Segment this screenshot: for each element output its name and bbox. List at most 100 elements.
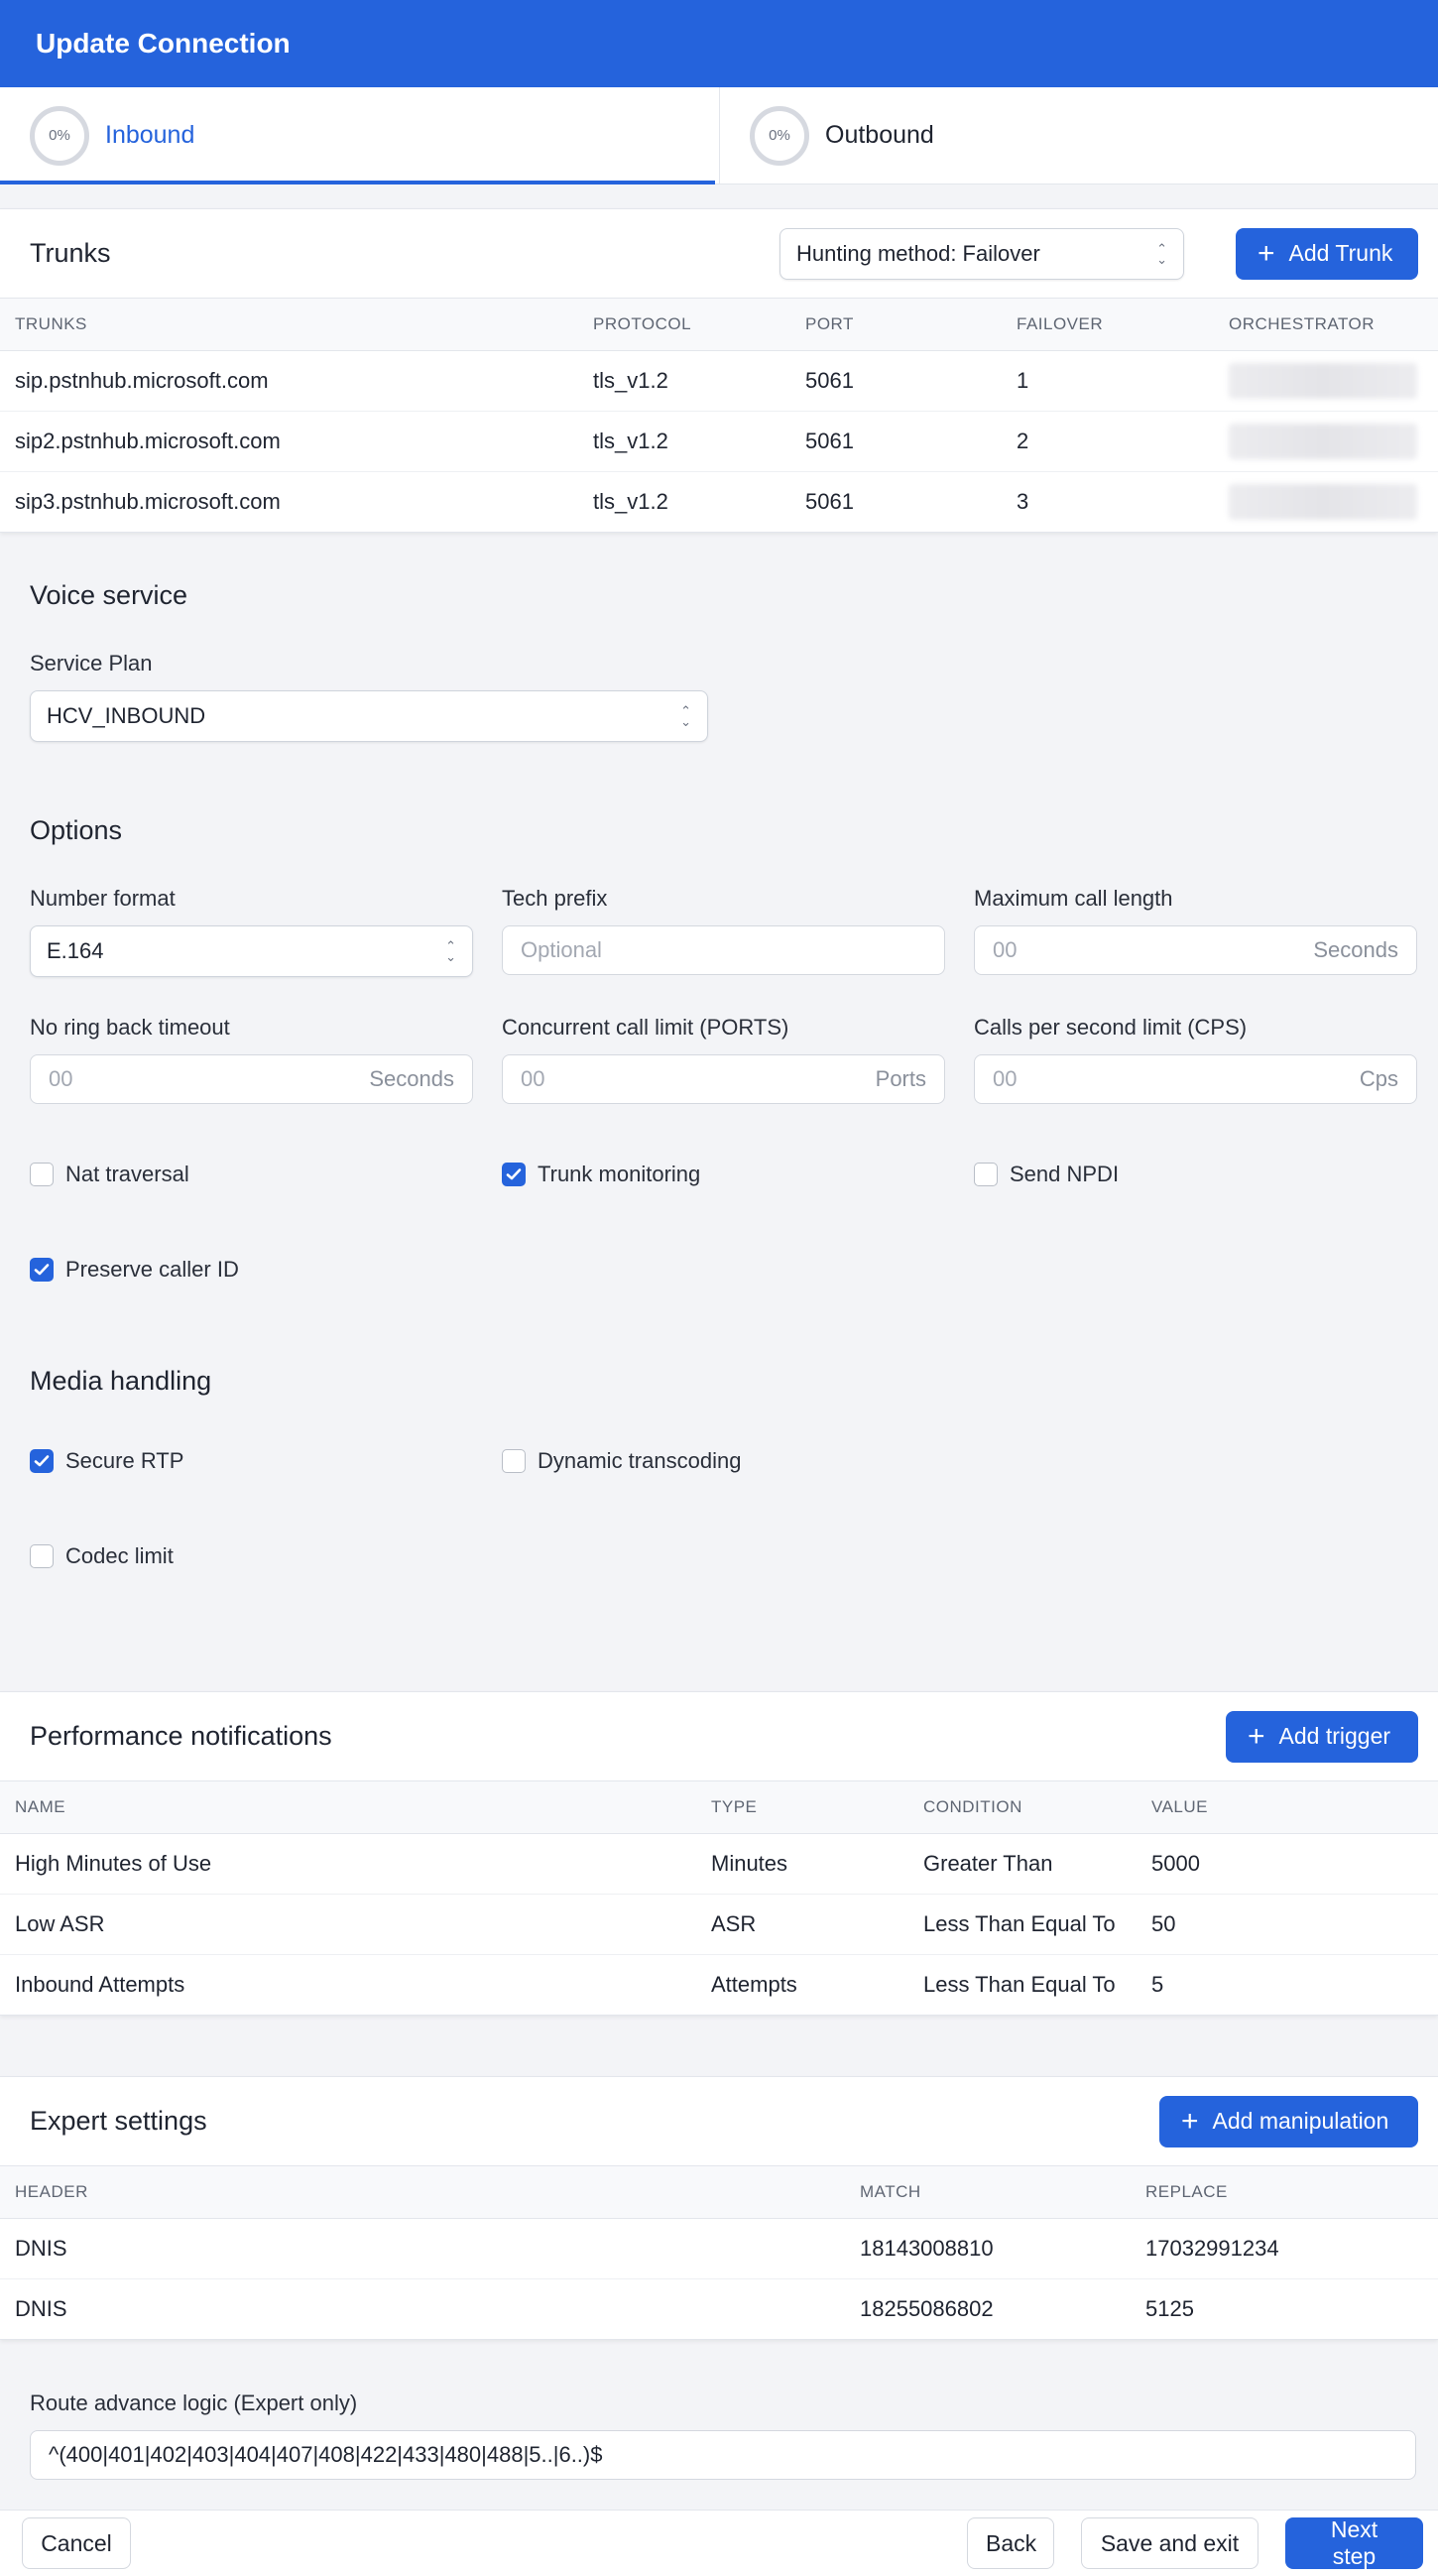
expert-title: Expert settings <box>30 2106 207 2136</box>
tab-outbound-label: Outbound <box>825 121 934 149</box>
page-title: Update Connection <box>36 28 291 59</box>
performance-card: Performance notifications + Add trigger … <box>0 1691 1438 2016</box>
redacted-value <box>1229 362 1417 399</box>
add-trunk-label: Add Trunk <box>1288 240 1393 266</box>
media-section: Media handling Secure RTP Dynamic transc… <box>0 1283 1438 1569</box>
concurrent-limit-label: Concurrent call limit (PORTS) <box>502 1015 789 1040</box>
trigger-value: 5 <box>1151 1971 1164 1997</box>
options-checkboxes: Nat traversal Trunk monitoring Send NPDI <box>30 1162 1408 1187</box>
secure-rtp-checkbox[interactable]: Secure RTP <box>30 1448 473 1474</box>
trunk-host: sip2.pstnhub.microsoft.com <box>0 411 578 472</box>
checkmark-icon <box>34 1455 50 1467</box>
add-trigger-button[interactable]: + Add trigger <box>1226 1710 1418 1763</box>
progress-ring-outbound: 0% <box>750 105 809 166</box>
no-ring-back-input[interactable]: 00 Seconds <box>30 1054 473 1104</box>
expert-table: HEADER MATCH REPLACE DNIS 18143008810 17… <box>0 2166 1438 2339</box>
trigger-name: High Minutes of Use <box>0 1833 696 1895</box>
tech-prefix-input[interactable]: Optional <box>502 925 945 975</box>
chevron-updown-icon: ⌃ ⌄ <box>680 703 691 729</box>
save-exit-button[interactable]: Save and exit <box>1081 2517 1258 2569</box>
no-ring-back-label: No ring back timeout <box>30 1015 230 1040</box>
no-ring-back-unit: Seconds <box>369 1066 454 1091</box>
column-header: MATCH <box>845 2166 1131 2219</box>
column-header: VALUE <box>1137 1781 1438 1834</box>
tab-outbound[interactable]: 0% Outbound <box>719 87 1438 184</box>
cps-limit-unit: Cps <box>1359 1066 1398 1091</box>
codec-limit-label: Codec limit <box>65 1543 174 1568</box>
checkbox-box <box>30 1544 54 1568</box>
cancel-button[interactable]: Cancel <box>22 2517 131 2569</box>
route-advance-label: Route advance logic (Expert only) <box>30 2391 358 2415</box>
trigger-type: Minutes <box>696 1833 908 1895</box>
codec-limit-checkbox[interactable]: Codec limit <box>30 1543 1408 1569</box>
column-header: REPLACE <box>1131 2166 1438 2219</box>
table-row[interactable]: sip.pstnhub.microsoft.com tls_v1.2 5061 … <box>0 350 1438 412</box>
column-header: PORT <box>790 299 1002 351</box>
nat-traversal-checkbox[interactable]: Nat traversal <box>30 1162 473 1187</box>
table-row[interactable]: Low ASR ASR Less Than Equal To 50 <box>0 1894 1438 1955</box>
chevron-updown-icon: ⌃ ⌄ <box>1156 240 1167 267</box>
trunk-orchestrator <box>1214 411 1438 472</box>
trigger-value: 50 <box>1137 1894 1438 1955</box>
trunk-failover: 2 <box>1002 411 1214 472</box>
trunk-port: 5061 <box>790 411 1002 472</box>
manipulation-replace: 17032991234 <box>1131 2218 1438 2279</box>
table-row[interactable]: sip3.pstnhub.microsoft.com tls_v1.2 5061… <box>0 471 1438 532</box>
checkbox-box <box>502 1163 526 1186</box>
route-advance-input[interactable]: ^(400|401|402|403|404|407|408|422|433|48… <box>30 2430 1416 2480</box>
no-ring-back-placeholder: 00 <box>49 1066 73 1091</box>
tab-inbound[interactable]: 0% Inbound <box>0 87 719 184</box>
table-header-row: NAME TYPE CONDITION VALUE <box>0 1781 1438 1834</box>
preserve-caller-id-checkbox[interactable]: Preserve caller ID <box>30 1257 1408 1283</box>
tech-prefix-field: Tech prefix Optional <box>502 886 945 977</box>
trunks-title: Trunks <box>30 238 111 268</box>
trigger-value: 5000 <box>1137 1833 1438 1895</box>
back-button[interactable]: Back <box>967 2517 1054 2569</box>
hunting-method-select[interactable]: Hunting method: Failover ⌃ ⌄ <box>779 227 1184 280</box>
table-row[interactable]: Inbound Attempts Attempts Less Than Equa… <box>0 1954 1438 2015</box>
trigger-condition: Greater Than <box>908 1833 1137 1895</box>
send-npdi-checkbox[interactable]: Send NPDI <box>974 1162 1417 1187</box>
dynamic-transcoding-checkbox[interactable]: Dynamic transcoding <box>502 1448 945 1474</box>
add-trunk-button[interactable]: + Add Trunk <box>1236 227 1418 280</box>
number-format-select[interactable]: E.164 ⌃ ⌄ <box>30 925 473 977</box>
add-manipulation-label: Add manipulation <box>1212 2108 1389 2134</box>
concurrent-limit-input[interactable]: 00 Ports <box>502 1054 945 1104</box>
table-row[interactable]: sip2.pstnhub.microsoft.com tls_v1.2 5061… <box>0 411 1438 472</box>
checkbox-box <box>974 1163 998 1186</box>
service-plan-select[interactable]: HCV_INBOUND ⌃ ⌄ <box>30 690 708 742</box>
preserve-caller-id-label: Preserve caller ID <box>65 1257 239 1282</box>
plus-icon: + <box>1181 2104 1199 2138</box>
table-row[interactable]: DNIS 18255086802 5125 <box>0 2278 1438 2339</box>
cps-limit-input[interactable]: 00 Cps <box>974 1054 1417 1104</box>
manipulation-replace: 5125 <box>1145 2295 1194 2321</box>
tech-prefix-label: Tech prefix <box>502 886 608 911</box>
concurrent-limit-placeholder: 00 <box>521 1066 545 1091</box>
tech-prefix-placeholder: Optional <box>521 937 602 962</box>
trigger-name: Low ASR <box>0 1894 696 1955</box>
cps-limit-field: Calls per second limit (CPS) 00 Cps <box>974 1015 1417 1104</box>
manipulation-header: DNIS <box>15 2295 67 2321</box>
chevron-updown-icon: ⌃ ⌄ <box>445 938 456 964</box>
column-header: PROTOCOL <box>578 299 790 351</box>
concurrent-limit-field: Concurrent call limit (PORTS) 00 Ports <box>502 1015 945 1104</box>
add-manipulation-button[interactable]: + Add manipulation <box>1159 2095 1418 2147</box>
performance-title: Performance notifications <box>30 1721 332 1751</box>
trunk-monitoring-checkbox[interactable]: Trunk monitoring <box>502 1162 945 1187</box>
app-header: Update Connection <box>0 0 1438 87</box>
checkbox-box <box>30 1449 54 1473</box>
table-row[interactable]: High Minutes of Use Minutes Greater Than… <box>0 1833 1438 1895</box>
expert-card: Expert settings + Add manipulation HEADE… <box>0 2076 1438 2340</box>
table-row[interactable]: DNIS 18143008810 17032991234 <box>0 2218 1438 2279</box>
trunk-orchestrator <box>1214 350 1438 412</box>
options-title: Options <box>30 815 123 845</box>
trigger-condition: Less Than Equal To <box>908 1894 1137 1955</box>
tab-inbound-label: Inbound <box>105 121 195 149</box>
max-call-length-input[interactable]: 00 Seconds <box>974 925 1417 975</box>
plus-icon: + <box>1248 1719 1265 1753</box>
manipulation-match: 18255086802 <box>860 2295 994 2321</box>
next-step-button[interactable]: Next step <box>1285 2516 1423 2569</box>
hunting-method-value: Hunting method: Failover <box>796 240 1040 266</box>
trunk-port: 5061 <box>805 488 854 514</box>
trunks-header: Trunks Hunting method: Failover ⌃ ⌄ + Add… <box>0 209 1438 299</box>
